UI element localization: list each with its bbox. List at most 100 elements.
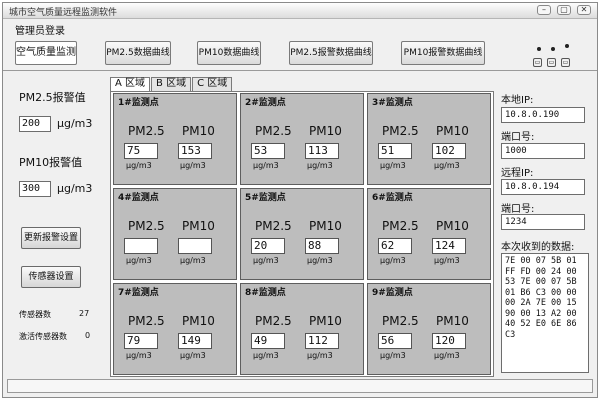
pm10-alarm-input[interactable]: 300 bbox=[19, 181, 51, 197]
monitor-point-panel: 1#监测点 PM2.5 PM10 75 153 μg/m3 μg/m3 bbox=[113, 93, 237, 185]
air-quality-monitor-button[interactable]: 空气质量监测 bbox=[15, 41, 77, 65]
pm25-curve-button[interactable]: PM2.5数据曲线 bbox=[105, 41, 171, 65]
pm25-value[interactable] bbox=[124, 238, 158, 254]
received-data-box[interactable]: 7E 00 07 5B 01 FF FD 00 24 00 53 7E 00 0… bbox=[501, 253, 589, 373]
pm25-header: PM2.5 bbox=[382, 219, 419, 233]
received-data-label: 本次收到的数据: bbox=[501, 242, 575, 253]
indicator-dot bbox=[551, 47, 555, 51]
pm10-header: PM10 bbox=[436, 314, 469, 328]
pm10-header: PM10 bbox=[182, 314, 215, 328]
pm25-unit: μg/m3 bbox=[126, 161, 152, 170]
monitor-point-panel: 7#监测点 PM2.5 PM10 79 149 μg/m3 μg/m3 bbox=[113, 283, 237, 375]
pm25-value[interactable]: 49 bbox=[251, 333, 285, 349]
pm25-alarm-label: PM2.5报警值 bbox=[19, 91, 86, 104]
pm25-unit: μg/m3 bbox=[253, 351, 279, 360]
local-ip-field[interactable]: 10.8.0.190 bbox=[501, 107, 585, 123]
sensor-settings-button[interactable]: 传感器设置 bbox=[21, 266, 81, 288]
pm10-header: PM10 bbox=[436, 124, 469, 138]
pm10-unit: μg/m3 bbox=[434, 161, 460, 170]
menu-bar: 管理员登录 bbox=[3, 20, 597, 37]
monitor-point-title: 4#监测点 bbox=[118, 193, 159, 203]
pm25-value[interactable]: 53 bbox=[251, 143, 285, 159]
monitor-point-panel: 6#监测点 PM2.5 PM10 62 124 μg/m3 μg/m3 bbox=[367, 188, 491, 280]
indicator-dot bbox=[565, 44, 569, 48]
pm10-unit: μg/m3 bbox=[307, 161, 333, 170]
pm25-unit: μg/m3 bbox=[380, 161, 406, 170]
pm10-value[interactable]: 113 bbox=[305, 143, 339, 159]
local-port-label: 端口号: bbox=[501, 132, 535, 143]
pm25-header: PM2.5 bbox=[255, 219, 292, 233]
monitor-point-title: 7#监测点 bbox=[118, 288, 159, 298]
pm10-curve-button[interactable]: PM10数据曲线 bbox=[197, 41, 261, 65]
pm10-header: PM10 bbox=[182, 219, 215, 233]
pm25-value[interactable]: 56 bbox=[378, 333, 412, 349]
monitoring-grid: 1#监测点 PM2.5 PM10 75 153 μg/m3 μg/m3 2#监测点 PM2.5 P… bbox=[110, 91, 494, 377]
status-indicators: ▭ ▭ ▭ bbox=[527, 43, 577, 69]
pm10-unit: μg/m3 bbox=[307, 351, 333, 360]
sensor-count-value: 27 bbox=[79, 309, 90, 318]
remote-ip-label: 远程IP: bbox=[501, 168, 534, 179]
pm10-header: PM10 bbox=[309, 124, 342, 138]
update-alarm-button[interactable]: 更新报警设置 bbox=[21, 227, 81, 249]
pm10-alarm-label: PM10报警值 bbox=[19, 156, 83, 169]
tab-region-c[interactable]: C 区域 bbox=[192, 77, 233, 91]
pm25-unit: μg/m3 bbox=[380, 351, 406, 360]
pm25-alarm-input[interactable]: 200 bbox=[19, 116, 51, 132]
pm25-value[interactable]: 20 bbox=[251, 238, 285, 254]
monitor-point-title: 5#监测点 bbox=[245, 193, 286, 203]
active-sensor-label: 激活传感器数 bbox=[19, 332, 67, 341]
pm10-header: PM10 bbox=[309, 219, 342, 233]
pm25-value[interactable]: 75 bbox=[124, 143, 158, 159]
monitor-point-panel: 9#监测点 PM2.5 PM10 56 120 μg/m3 μg/m3 bbox=[367, 283, 491, 375]
pm10-value[interactable]: 153 bbox=[178, 143, 212, 159]
tab-region-b[interactable]: B 区域 bbox=[151, 77, 192, 91]
close-icon[interactable]: ✕ bbox=[577, 5, 591, 15]
window-controls: – ▢ ✕ bbox=[537, 5, 591, 15]
pm25-unit: μg/m3 bbox=[253, 256, 279, 265]
remote-ip-field[interactable]: 10.8.0.194 bbox=[501, 179, 585, 195]
pm25-unit: μg/m3 bbox=[253, 161, 279, 170]
pm10-value[interactable]: 124 bbox=[432, 238, 466, 254]
monitor-point-title: 2#监测点 bbox=[245, 98, 286, 108]
remote-port-field[interactable]: 1234 bbox=[501, 214, 585, 230]
pm10-value[interactable]: 112 bbox=[305, 333, 339, 349]
tab-region-a[interactable]: A 区域 bbox=[110, 77, 151, 91]
pm25-unit-label: μg/m3 bbox=[57, 117, 93, 130]
active-sensor-value: 0 bbox=[85, 331, 91, 340]
local-port-field[interactable]: 1000 bbox=[501, 143, 585, 159]
menu-admin-login[interactable]: 管理员登录 bbox=[15, 22, 65, 37]
pm10-alarm-curve-button[interactable]: PM10报警数据曲线 bbox=[401, 41, 485, 65]
status-bar bbox=[7, 379, 593, 393]
title-bar: 城市空气质量远程监测软件 – ▢ ✕ bbox=[3, 3, 597, 19]
pm10-unit: μg/m3 bbox=[434, 256, 460, 265]
pm10-value[interactable]: 102 bbox=[432, 143, 466, 159]
minimize-icon[interactable]: – bbox=[537, 5, 551, 15]
monitor-point-panel: 2#监测点 PM2.5 PM10 53 113 μg/m3 μg/m3 bbox=[240, 93, 364, 185]
pm25-value[interactable]: 51 bbox=[378, 143, 412, 159]
remote-port-label: 端口号: bbox=[501, 204, 535, 215]
app-window: 城市空气质量远程监测软件 – ▢ ✕ 管理员登录 空气质量监测 PM2.5数据曲… bbox=[2, 2, 598, 398]
pm10-header: PM10 bbox=[309, 314, 342, 328]
mini-button-icon[interactable]: ▭ bbox=[547, 58, 556, 67]
mini-button-icon[interactable]: ▭ bbox=[533, 58, 542, 67]
pm25-value[interactable]: 79 bbox=[124, 333, 158, 349]
pm25-header: PM2.5 bbox=[255, 314, 292, 328]
pm25-alarm-curve-button[interactable]: PM2.5报警数据曲线 bbox=[289, 41, 373, 65]
mini-button-icon[interactable]: ▭ bbox=[561, 58, 570, 67]
pm10-value[interactable]: 120 bbox=[432, 333, 466, 349]
pm10-value[interactable]: 149 bbox=[178, 333, 212, 349]
monitor-point-title: 1#监测点 bbox=[118, 98, 159, 108]
pm10-unit: μg/m3 bbox=[180, 161, 206, 170]
pm10-value[interactable]: 88 bbox=[305, 238, 339, 254]
pm25-header: PM2.5 bbox=[382, 314, 419, 328]
window-title: 城市空气质量远程监测软件 bbox=[9, 8, 118, 18]
monitor-point-title: 3#监测点 bbox=[372, 98, 413, 108]
monitor-point-title: 8#监测点 bbox=[245, 288, 286, 298]
pm10-unit-label: μg/m3 bbox=[57, 182, 93, 195]
pm10-value[interactable] bbox=[178, 238, 212, 254]
monitor-point-panel: 4#监测点 PM2.5 PM10 μg/m3 μg/m3 bbox=[113, 188, 237, 280]
pm25-header: PM2.5 bbox=[128, 124, 165, 138]
pm25-unit: μg/m3 bbox=[126, 256, 152, 265]
pm25-value[interactable]: 62 bbox=[378, 238, 412, 254]
maximize-icon[interactable]: ▢ bbox=[557, 5, 571, 15]
